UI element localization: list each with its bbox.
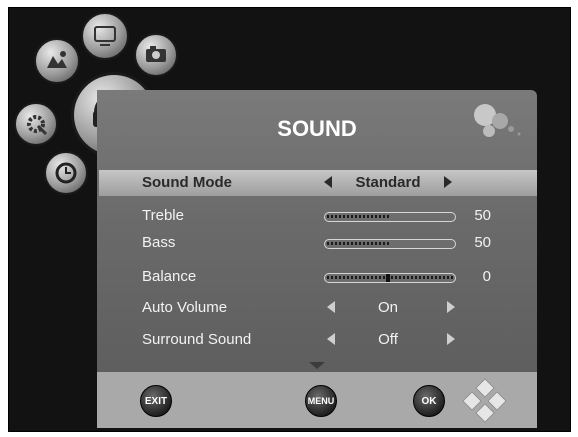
nav-dpad-icon [462,378,507,423]
tv-icon[interactable] [81,12,129,60]
slider-fill [327,242,389,245]
row-label: Surround Sound [142,331,252,348]
ok-button[interactable]: OK [413,385,445,417]
option-value: On [377,299,398,316]
slider-value: 50 [474,207,491,224]
treble-slider[interactable] [324,212,456,222]
bubbles-decoration-icon [474,104,521,137]
arrow-right-icon[interactable] [447,333,455,345]
clock-icon[interactable] [44,151,88,195]
menu-row-balance[interactable]: Balance 0 [97,265,537,289]
balance-marker [386,274,390,282]
option-value: Off [378,331,398,348]
camera-icon[interactable] [134,33,178,77]
row-label: Bass [142,234,176,251]
slider-value: 0 [482,268,491,285]
arrow-left-icon[interactable] [327,301,335,313]
tv-screen: SOUND Sound Mode Standard Treble 50 Bass… [8,7,571,432]
balance-slider[interactable] [324,273,456,283]
bass-slider[interactable] [324,239,456,249]
exit-button[interactable]: EXIT [140,385,172,417]
arrow-left-icon[interactable] [327,333,335,345]
row-label: Balance [142,268,197,285]
slider-fill [327,276,453,279]
menu-row-treble[interactable]: Treble 50 [97,204,537,228]
menu-row-sound-mode[interactable]: Sound Mode Standard [97,171,537,195]
settings-icon[interactable] [14,102,58,146]
row-label: Sound Mode [142,174,232,191]
menu-row-bass[interactable]: Bass 50 [97,231,537,255]
option-value: Standard [355,174,421,191]
menu-row-auto-volume[interactable]: Auto Volume On [97,296,537,320]
slider-fill [327,215,389,218]
arrow-right-icon[interactable] [444,176,452,188]
row-label: Treble [142,207,184,224]
arrow-left-icon[interactable] [324,176,332,188]
arrow-right-icon[interactable] [447,301,455,313]
scroll-down-icon[interactable] [309,362,325,369]
row-label: Auto Volume [142,299,228,316]
menu-button[interactable]: MENU [305,385,337,417]
menu-row-surround-sound[interactable]: Surround Sound Off [97,328,537,352]
slider-value: 50 [474,234,491,251]
footer-bar: EXIT MENU OK [97,372,537,428]
